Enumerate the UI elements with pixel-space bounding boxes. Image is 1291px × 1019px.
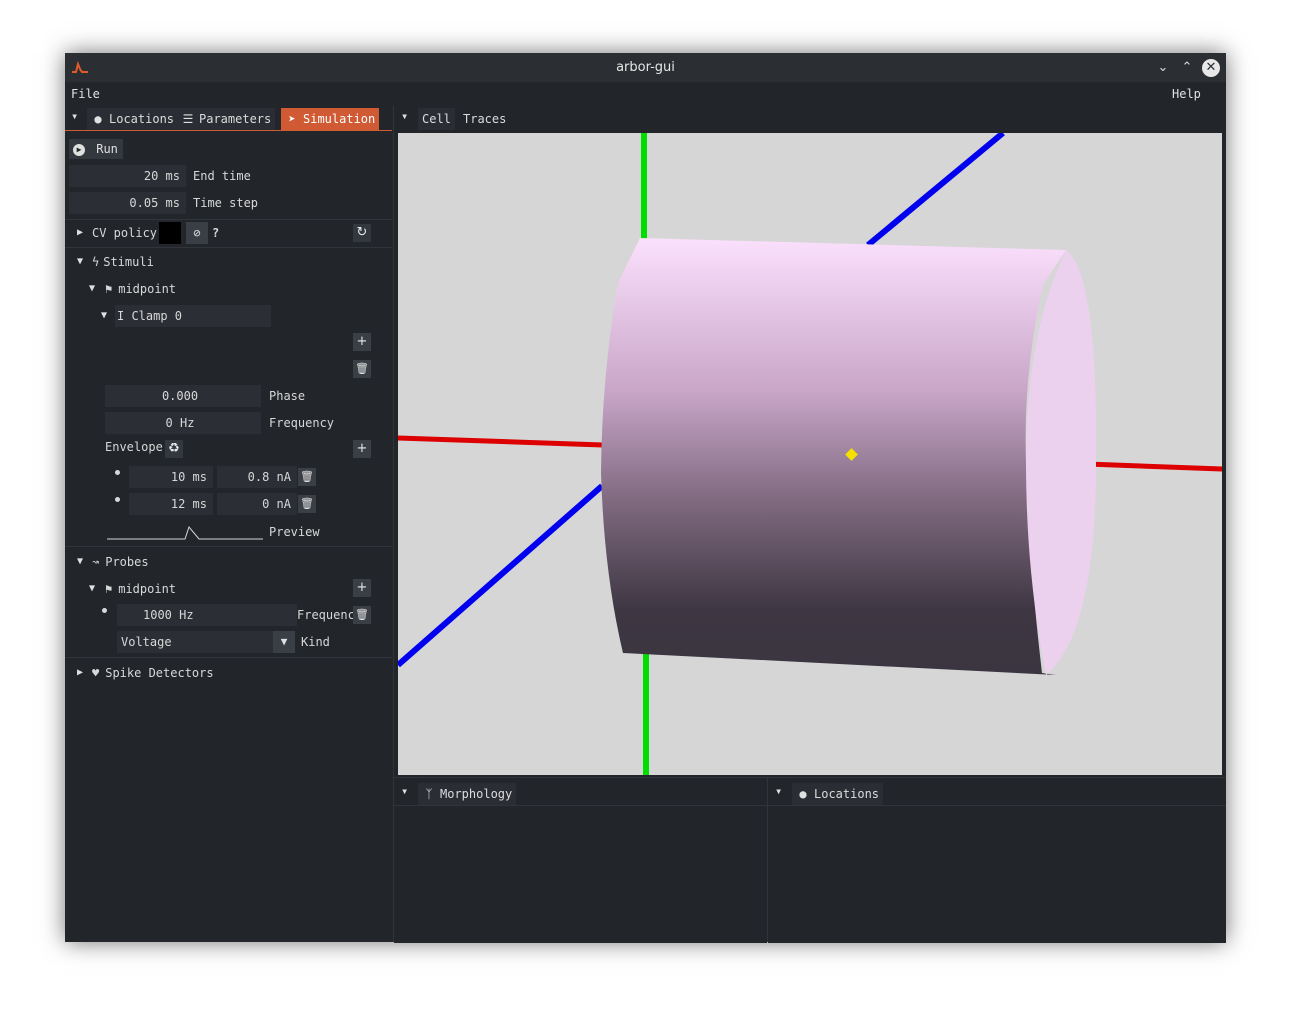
menu-help[interactable]: Help bbox=[1172, 87, 1201, 101]
z-axis bbox=[398, 483, 604, 668]
stimuli-locset: ⚑ midpoint bbox=[105, 282, 177, 296]
stimuli-header: ϟ Stimuli bbox=[92, 255, 154, 269]
map-marker-icon: ● bbox=[799, 787, 807, 801]
branch-icon: ᛉ bbox=[425, 787, 433, 801]
rocket-icon: ➤ bbox=[288, 112, 296, 126]
dock-menu-icon[interactable]: ▾ bbox=[401, 784, 408, 798]
add-envelope-point-icon[interactable]: + bbox=[353, 440, 371, 458]
dock-menu-icon[interactable]: ▾ bbox=[775, 784, 782, 798]
expand-arrow-icon[interactable]: ▶ bbox=[77, 222, 83, 244]
add-probe-icon[interactable]: + bbox=[353, 579, 371, 597]
x-axis bbox=[398, 435, 604, 448]
cell-render bbox=[398, 133, 1222, 775]
probe-frequency-field[interactable]: 1000 Hz bbox=[117, 604, 297, 626]
tab-parameters[interactable]: ☰ Parameters bbox=[177, 108, 276, 130]
envelope-amp-field[interactable]: 0 nA bbox=[217, 493, 297, 515]
tab-simulation[interactable]: ➤ Simulation bbox=[281, 108, 380, 130]
menu-file[interactable]: File bbox=[71, 87, 100, 101]
run-button[interactable]: ▶ Run bbox=[69, 139, 123, 159]
collapse-arrow-icon[interactable]: ▼ bbox=[101, 305, 107, 327]
probes-header: ↝ Probes bbox=[92, 555, 149, 569]
map-marker-icon: ● bbox=[94, 112, 102, 126]
morphology-panel: ▾ ᛉ Morphology bbox=[394, 777, 767, 943]
clamp-name-field[interactable]: I Clamp 0 bbox=[115, 305, 271, 327]
end-time-label: End time bbox=[193, 169, 251, 183]
probes-locset: ⚑ midpoint bbox=[105, 582, 177, 596]
cv-policy-label: CV policy bbox=[92, 226, 158, 240]
collapse-arrow-icon[interactable]: ▼ bbox=[77, 551, 83, 573]
cell-3d-viewport[interactable] bbox=[398, 133, 1222, 775]
locations-panel: ▾ ● Locations bbox=[768, 777, 1226, 943]
menu-bar: File Help bbox=[65, 82, 1226, 106]
refresh-icon[interactable]: ↻ bbox=[353, 224, 371, 242]
eye-slash-icon[interactable]: ⊘ bbox=[186, 222, 208, 244]
time-step-label: Time step bbox=[193, 196, 259, 210]
expand-arrow-icon[interactable]: ▶ bbox=[77, 662, 83, 684]
chart-line-icon: ↝ bbox=[92, 555, 100, 569]
heartbeat-icon: ♥ bbox=[92, 666, 100, 680]
list-bullet bbox=[115, 497, 120, 502]
phase-label: Phase bbox=[269, 389, 306, 403]
phase-field[interactable]: 0.000 bbox=[105, 385, 261, 407]
left-panel: ▾ ● Locations ☰ Parameters ➤ Simulation ▶ R… bbox=[65, 106, 393, 942]
tag-icon: ⚑ bbox=[105, 582, 113, 596]
envelope-time-field[interactable]: 12 ms bbox=[129, 493, 213, 515]
probe-kind-select[interactable]: Voltage bbox=[117, 631, 273, 653]
add-stimulus-icon[interactable]: + bbox=[353, 333, 371, 351]
dock-menu-icon[interactable]: ▾ bbox=[401, 109, 408, 123]
title-bar[interactable]: arbor-gui ⌄ ⌃ ✕ bbox=[65, 53, 1226, 82]
stim-frequency-field[interactable]: 0 Hz bbox=[105, 412, 261, 434]
tab-cell[interactable]: Cell bbox=[418, 108, 455, 130]
frequency-label: Frequency bbox=[269, 416, 335, 430]
play-icon: ▶ bbox=[73, 143, 85, 156]
list-bullet bbox=[102, 608, 107, 613]
spike-detectors-header: ♥ Spike Detectors bbox=[92, 666, 214, 680]
divider bbox=[768, 805, 1226, 806]
z-axis bbox=[866, 133, 1005, 248]
delete-probe-icon[interactable]: 🗑 bbox=[353, 606, 371, 624]
tab-underline bbox=[65, 130, 392, 131]
divider bbox=[65, 247, 392, 248]
tab-morphology[interactable]: ᛉ Morphology bbox=[418, 783, 517, 805]
maximize-icon[interactable]: ⌃ bbox=[1178, 59, 1196, 77]
divider bbox=[65, 546, 392, 547]
divider bbox=[65, 657, 392, 658]
tab-traces[interactable]: Traces bbox=[459, 108, 511, 130]
collapse-arrow-icon[interactable]: ▼ bbox=[89, 278, 95, 300]
window-title: arbor-gui bbox=[616, 60, 675, 75]
probe-kind-label: Kind bbox=[301, 635, 330, 649]
delete-envelope-point-icon[interactable]: 🗑 bbox=[298, 495, 316, 513]
envelope-label: Envelope bbox=[105, 440, 163, 454]
envelope-preview-plot bbox=[107, 525, 263, 540]
minimize-icon[interactable]: ⌄ bbox=[1154, 59, 1172, 77]
envelope-time-field[interactable]: 10 ms bbox=[129, 466, 213, 488]
tab-locations[interactable]: ● Locations bbox=[87, 108, 179, 130]
envelope-amp-field[interactable]: 0.8 nA bbox=[217, 466, 297, 488]
close-icon[interactable]: ✕ bbox=[1202, 59, 1220, 77]
cell-cylinder-body bbox=[601, 238, 1066, 675]
cv-policy-color-swatch[interactable] bbox=[159, 222, 181, 244]
list-bullet bbox=[115, 470, 120, 475]
tag-icon: ⚑ bbox=[105, 282, 113, 296]
probe-frequency-label: Frequenc bbox=[297, 608, 355, 622]
bolt-icon: ϟ bbox=[92, 255, 100, 269]
divider bbox=[65, 219, 392, 220]
tab-locations-bottom[interactable]: ● Locations bbox=[792, 783, 884, 805]
preview-label: Preview bbox=[269, 525, 320, 539]
dock-menu-icon[interactable]: ▾ bbox=[71, 109, 78, 123]
collapse-arrow-icon[interactable]: ▼ bbox=[77, 251, 83, 273]
delete-clamp-icon[interactable]: 🗑 bbox=[353, 360, 371, 378]
delete-envelope-point-icon[interactable]: 🗑 bbox=[298, 468, 316, 486]
time-step-field[interactable]: 0.05 ms bbox=[69, 192, 186, 214]
help-icon[interactable]: ? bbox=[212, 222, 219, 244]
end-time-field[interactable]: 20 ms bbox=[69, 165, 186, 187]
collapse-arrow-icon[interactable]: ▼ bbox=[89, 578, 95, 600]
chevron-down-icon[interactable]: ▼ bbox=[273, 631, 295, 653]
recycle-icon[interactable]: ♻ bbox=[165, 440, 183, 458]
divider bbox=[394, 805, 767, 806]
app-window: arbor-gui ⌄ ⌃ ✕ File Help ▾ ● Locations ☰… bbox=[65, 53, 1226, 943]
list-icon: ☰ bbox=[182, 112, 194, 126]
